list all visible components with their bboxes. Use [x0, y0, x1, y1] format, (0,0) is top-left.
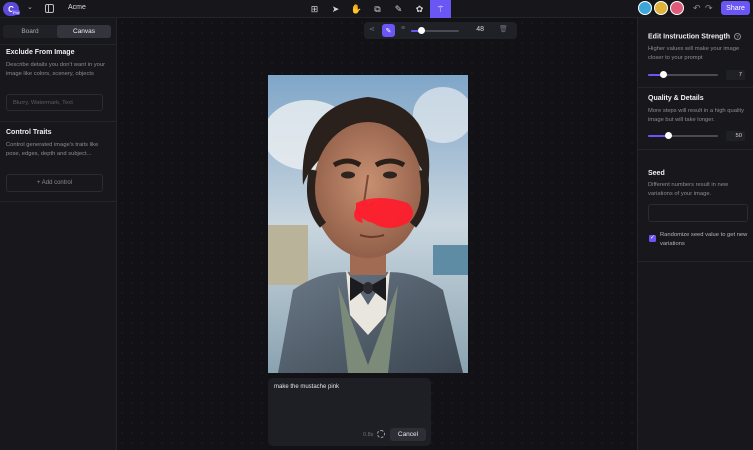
top-bar: C Pro ⌄ Acme ⊞ ➤ ✋ ⧉ ✎ ✿ ⚚ ↶ ↷ Share — [0, 0, 753, 18]
redo-icon[interactable]: ↷ — [705, 3, 713, 14]
share-nodes-icon[interactable]: ⋖ — [369, 25, 375, 33]
strength-slider[interactable] — [648, 71, 718, 78]
avatar[interactable] — [670, 1, 684, 15]
divider — [638, 149, 753, 150]
divider — [0, 201, 117, 202]
exclude-input[interactable]: Blurry, Watermark, Text — [6, 94, 103, 111]
trash-icon[interactable]: 🗑 — [499, 25, 508, 33]
divider — [0, 121, 117, 122]
seed-title: Seed — [648, 170, 665, 177]
quality-description: More steps will result in a high quality… — [648, 108, 745, 123]
chevron-down-icon[interactable]: ⌄ — [27, 3, 33, 11]
help-icon[interactable]: ? — [734, 33, 742, 40]
collaborator-avatars — [638, 1, 684, 15]
toolbar: ⊞ ➤ ✋ ⧉ ✎ ✿ ⚚ — [304, 0, 451, 18]
add-control-button[interactable]: + Add control — [6, 174, 103, 192]
brush-toolbar: ⋖ ✎ ≡ 48 🗑 — [364, 22, 517, 39]
divider — [638, 261, 753, 262]
canvas-area[interactable]: ⋖ ✎ ≡ 48 🗑 make the mustache pink 0.8s C… — [117, 18, 637, 450]
palette-icon[interactable]: ✿ — [409, 0, 430, 18]
strength-title-text: Edit Instruction Strength — [648, 33, 731, 41]
exclude-title: Exclude From Image — [6, 49, 75, 56]
avatar[interactable] — [654, 1, 668, 15]
prompt-text[interactable]: make the mustache pink — [274, 384, 339, 390]
seed-input[interactable] — [648, 204, 748, 222]
left-panel: Board Canvas Exclude From Image Describe… — [0, 18, 117, 450]
portrait-image[interactable] — [268, 75, 468, 373]
share-button[interactable]: Share — [721, 1, 750, 15]
cancel-button[interactable]: Cancel — [390, 428, 426, 441]
brush-size-slider[interactable] — [411, 27, 459, 34]
quality-value[interactable]: 50 — [726, 131, 745, 141]
strength-value[interactable]: 7 — [726, 70, 745, 80]
divider — [638, 87, 753, 88]
control-traits-title: Control Traits — [6, 129, 52, 136]
randomize-seed-checkbox[interactable]: ✓ — [649, 235, 656, 242]
loading-spinner-icon — [377, 430, 385, 438]
tab-canvas[interactable]: Canvas — [57, 25, 111, 38]
brush-size-icon: ≡ — [401, 25, 406, 32]
pro-badge: Pro — [12, 10, 21, 15]
seed-description: Different numbers result in new variatio… — [648, 182, 729, 197]
avatar[interactable] — [638, 1, 652, 15]
project-name[interactable]: Acme — [68, 4, 86, 11]
quality-slider[interactable] — [648, 132, 718, 139]
strength-description: Higher values will make your image close… — [648, 46, 740, 61]
divider — [0, 44, 117, 45]
crop-frame-icon[interactable]: ⧉ — [367, 0, 388, 18]
control-traits-description: Control generated image's traits like po… — [6, 142, 99, 157]
pencil-icon[interactable]: ✎ — [388, 0, 409, 18]
exclude-description: Describe details you don't want in your … — [6, 62, 106, 77]
tab-board[interactable]: Board — [3, 25, 57, 38]
prompt-box[interactable]: make the mustache pink 0.8s Cancel — [268, 378, 431, 446]
sidebar-toggle-icon[interactable] — [45, 4, 54, 13]
slider-handle[interactable] — [418, 27, 425, 34]
view-tabs: Board Canvas — [3, 25, 111, 38]
hand-icon[interactable]: ✋ — [346, 0, 367, 18]
portrait-illustration — [268, 75, 468, 373]
magic-wand-icon[interactable]: ⚚ — [430, 0, 451, 18]
image-add-icon[interactable]: ⊞ — [304, 0, 325, 18]
slider-handle[interactable] — [665, 132, 672, 139]
slider-handle[interactable] — [660, 71, 667, 78]
undo-icon[interactable]: ↶ — [693, 3, 701, 14]
strength-title: Edit Instruction Strength? — [648, 33, 742, 41]
brush-size-value: 48 — [476, 26, 484, 33]
brush-pencil-icon[interactable]: ✎ — [382, 24, 395, 37]
quality-title: Quality & Details — [648, 95, 704, 102]
randomize-seed-label[interactable]: Randomize seed value to get new variatio… — [660, 231, 750, 248]
right-panel: Edit Instruction Strength? Higher values… — [637, 18, 753, 450]
elapsed-time: 0.8s — [363, 432, 374, 438]
select-cursor-icon[interactable]: ➤ — [325, 0, 346, 18]
